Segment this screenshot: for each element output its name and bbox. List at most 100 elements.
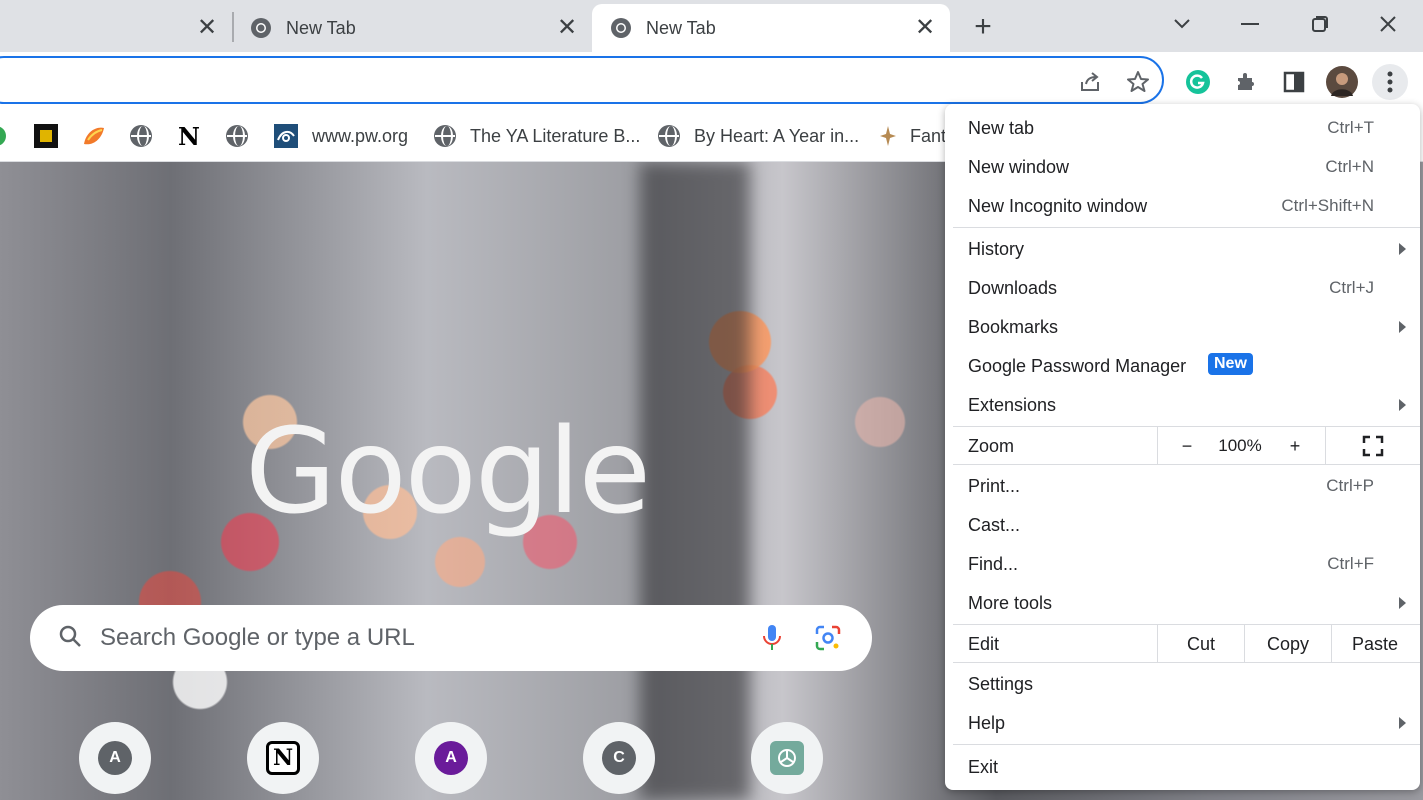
shortcut-tile[interactable]: C: [583, 722, 655, 794]
profile-avatar[interactable]: [1324, 64, 1360, 100]
menu-separator: [953, 464, 1420, 465]
bookmark-pw-org[interactable]: www.pw.org: [274, 122, 408, 150]
submenu-arrow-icon: [1399, 321, 1406, 333]
menu-label: Zoom: [968, 435, 1015, 456]
menu-item-new-window[interactable]: New window Ctrl+N: [945, 149, 1420, 185]
ntp-search-box[interactable]: [30, 605, 872, 671]
menu-separator: [953, 662, 1420, 663]
submenu-arrow-icon: [1399, 597, 1406, 609]
search-icon: [58, 624, 82, 653]
globe-icon: [658, 125, 680, 147]
new-badge: New: [1208, 353, 1253, 375]
tab-search-icon[interactable]: [1162, 6, 1202, 42]
tab-title: New Tab: [286, 17, 356, 38]
tab-strip: ✕ New Tab ✕ New Tab ✕ +: [0, 0, 1423, 52]
lens-icon[interactable]: [814, 624, 842, 657]
shortcut-tile[interactable]: A: [415, 722, 487, 794]
extensions-icon[interactable]: [1228, 64, 1264, 100]
bookmark-fant[interactable]: Fant: [878, 122, 946, 150]
bookmark-by-heart[interactable]: By Heart: A Year in...: [658, 122, 859, 150]
chrome-menu: New tab Ctrl+T New window Ctrl+N New Inc…: [945, 104, 1420, 790]
menu-label: Print...: [968, 475, 1021, 496]
chrome-icon: [610, 17, 632, 39]
menu-shortcut: Ctrl+N: [1325, 157, 1374, 176]
menu-label: Help: [968, 712, 1006, 733]
menu-label: Bookmarks: [968, 316, 1059, 337]
copy-button[interactable]: Copy: [1245, 626, 1331, 662]
menu-item-history[interactable]: History: [945, 231, 1420, 267]
bookmark-label: Fant: [910, 125, 947, 146]
more-menu-icon[interactable]: [1372, 64, 1408, 100]
menu-item-bookmarks[interactable]: Bookmarks: [945, 309, 1420, 345]
bookmark-notion-icon[interactable]: N: [178, 122, 200, 151]
menu-label: Google Password Manager: [968, 355, 1187, 376]
bookmark-star-icon[interactable]: [1120, 64, 1156, 100]
menu-shortcut: Ctrl+J: [1329, 278, 1374, 297]
tab-0[interactable]: ✕: [0, 4, 232, 52]
bookmark-label: www.pw.org: [312, 125, 409, 146]
close-tab-icon[interactable]: ✕: [912, 14, 938, 41]
shortcut-letter: A: [434, 741, 468, 775]
shortcut-tile-notion[interactable]: N: [247, 722, 319, 794]
menu-separator: [953, 624, 1420, 625]
cut-button[interactable]: Cut: [1158, 626, 1244, 662]
menu-label: More tools: [968, 592, 1053, 613]
menu-item-password-manager[interactable]: Google Password Manager New: [945, 348, 1420, 384]
share-icon[interactable]: [1072, 64, 1108, 100]
zoom-divider: [1325, 427, 1326, 464]
close-window-icon[interactable]: [1368, 6, 1408, 42]
close-tab-icon[interactable]: ✕: [554, 14, 580, 41]
shortcut-tile-chatgpt[interactable]: [751, 722, 823, 794]
menu-label: Downloads: [968, 277, 1058, 298]
new-tab-button[interactable]: +: [966, 10, 1000, 44]
notion-icon: N: [266, 741, 300, 775]
menu-item-more-tools[interactable]: More tools: [945, 585, 1420, 621]
submenu-arrow-icon: [1399, 399, 1406, 411]
menu-item-new-tab[interactable]: New tab Ctrl+T: [945, 110, 1420, 146]
background-image: [640, 162, 750, 800]
bookmark-orange-icon[interactable]: [82, 122, 106, 150]
address-bar[interactable]: [0, 56, 1164, 104]
menu-item-incognito[interactable]: New Incognito window Ctrl+Shift+N: [945, 188, 1420, 224]
grammarly-icon[interactable]: [1180, 64, 1216, 100]
search-input[interactable]: [100, 624, 700, 652]
bookmark-green-icon[interactable]: [0, 122, 8, 150]
menu-label: Settings: [968, 673, 1034, 694]
toolbar: [0, 52, 1423, 110]
menu-item-exit[interactable]: Exit: [945, 749, 1420, 785]
close-tab-icon[interactable]: ✕: [194, 14, 220, 41]
submenu-arrow-icon: [1399, 243, 1406, 255]
bookmark-globe-icon[interactable]: [226, 122, 248, 150]
zoom-out-button[interactable]: −: [1167, 430, 1207, 462]
shortcut-tile[interactable]: A: [79, 722, 151, 794]
voice-search-icon[interactable]: [760, 623, 784, 658]
maximize-icon[interactable]: [1300, 6, 1340, 42]
tab-2-active[interactable]: New Tab ✕: [592, 4, 950, 52]
chrome-icon: [250, 17, 272, 39]
menu-item-print[interactable]: Print... Ctrl+P: [945, 468, 1420, 504]
menu-label: Find...: [968, 553, 1019, 574]
bookmark-ya-literature[interactable]: The YA Literature B...: [434, 122, 640, 150]
menu-item-extensions[interactable]: Extensions: [945, 387, 1420, 423]
submenu-arrow-icon: [1399, 717, 1406, 729]
menu-shortcut: Ctrl+T: [1327, 118, 1374, 137]
side-panel-icon[interactable]: [1276, 64, 1312, 100]
bookmark-globe-icon[interactable]: [130, 122, 152, 150]
menu-label: History: [968, 238, 1025, 259]
menu-label: Cast...: [968, 514, 1021, 535]
menu-item-cast[interactable]: Cast...: [945, 507, 1420, 543]
menu-item-help[interactable]: Help: [945, 705, 1420, 741]
menu-item-settings[interactable]: Settings: [945, 666, 1420, 702]
fullscreen-icon[interactable]: [1355, 430, 1391, 462]
bookmark-dark-icon[interactable]: [34, 122, 58, 150]
menu-item-find[interactable]: Find... Ctrl+F: [945, 546, 1420, 582]
tab-1[interactable]: New Tab ✕: [240, 4, 592, 52]
paste-button[interactable]: Paste: [1332, 626, 1418, 662]
bookmark-label: The YA Literature B...: [470, 125, 641, 146]
menu-label: New tab: [968, 117, 1035, 138]
menu-item-downloads[interactable]: Downloads Ctrl+J: [945, 270, 1420, 306]
minimize-icon[interactable]: [1230, 6, 1270, 42]
menu-label: Extensions: [968, 394, 1057, 415]
shortcut-letter: A: [98, 741, 132, 775]
zoom-in-button[interactable]: +: [1275, 430, 1315, 462]
